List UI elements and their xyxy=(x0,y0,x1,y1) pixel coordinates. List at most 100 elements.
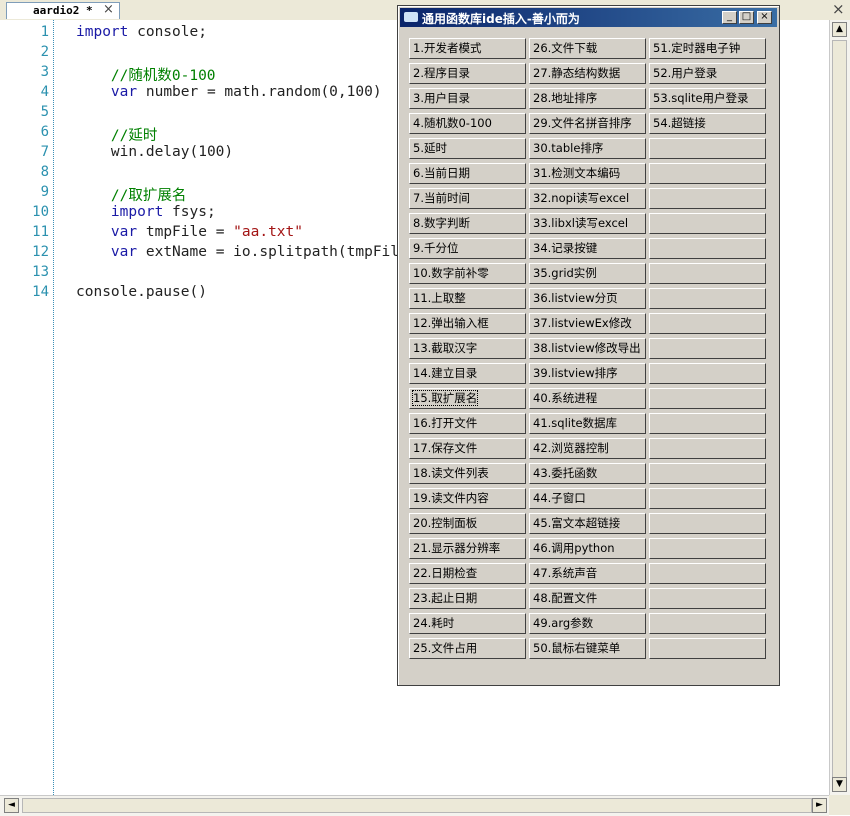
vertical-scrollbar[interactable]: ▲ ▼ xyxy=(829,20,850,795)
empty-button[interactable] xyxy=(649,188,766,209)
function-button-label: 21.显示器分辨率 xyxy=(413,541,501,555)
function-button-label: 51.定时器电子钟 xyxy=(653,41,741,55)
horizontal-scrollbar[interactable]: ◄ ► xyxy=(0,795,829,816)
scroll-up-button[interactable]: ▲ xyxy=(832,22,847,37)
vertical-scroll-thumb[interactable] xyxy=(832,40,847,790)
function-button[interactable]: 11.上取整 xyxy=(409,288,526,309)
function-button[interactable]: 3.用户目录 xyxy=(409,88,526,109)
function-button[interactable]: 51.定时器电子钟 xyxy=(649,38,766,59)
scroll-down-button[interactable]: ▼ xyxy=(832,777,847,792)
empty-button[interactable] xyxy=(649,413,766,434)
window-close-icon[interactable]: × xyxy=(832,0,845,18)
function-button[interactable]: 25.文件占用 xyxy=(409,638,526,659)
code-text: number = math.random(0,100) xyxy=(137,84,382,100)
empty-button[interactable] xyxy=(649,288,766,309)
function-button[interactable]: 37.listviewEx修改 xyxy=(529,313,646,334)
empty-button[interactable] xyxy=(649,388,766,409)
close-button[interactable]: × xyxy=(757,11,772,24)
function-button[interactable]: 14.建立目录 xyxy=(409,363,526,384)
function-button[interactable]: 41.sqlite数据库 xyxy=(529,413,646,434)
empty-button[interactable] xyxy=(649,438,766,459)
function-button[interactable]: 2.程序目录 xyxy=(409,63,526,84)
tab-close-icon[interactable]: × xyxy=(103,2,114,17)
function-button[interactable]: 29.文件名拼音排序 xyxy=(529,113,646,134)
code-line: var number = math.random(0,100) xyxy=(76,84,382,100)
function-button[interactable]: 9.千分位 xyxy=(409,238,526,259)
function-button[interactable]: 7.当前时间 xyxy=(409,188,526,209)
empty-button[interactable] xyxy=(649,263,766,284)
function-button[interactable]: 44.子窗口 xyxy=(529,488,646,509)
empty-button[interactable] xyxy=(649,213,766,234)
function-button[interactable]: 10.数字前补零 xyxy=(409,263,526,284)
function-button[interactable]: 36.listview分页 xyxy=(529,288,646,309)
function-button[interactable]: 15.取扩展名 xyxy=(409,388,526,409)
function-button[interactable]: 6.当前日期 xyxy=(409,163,526,184)
function-button[interactable]: 8.数字判断 xyxy=(409,213,526,234)
function-button[interactable]: 12.弹出输入框 xyxy=(409,313,526,334)
function-button[interactable]: 4.随机数0-100 xyxy=(409,113,526,134)
empty-button[interactable] xyxy=(649,538,766,559)
function-button[interactable]: 32.nopi读写excel xyxy=(529,188,646,209)
function-button[interactable]: 18.读文件列表 xyxy=(409,463,526,484)
empty-button[interactable] xyxy=(649,513,766,534)
function-button[interactable]: 26.文件下载 xyxy=(529,38,646,59)
function-button-label: 52.用户登录 xyxy=(653,66,718,80)
function-button[interactable]: 30.table排序 xyxy=(529,138,646,159)
horizontal-scroll-thumb[interactable] xyxy=(22,798,812,813)
function-button[interactable]: 17.保存文件 xyxy=(409,438,526,459)
function-button[interactable]: 49.arg参数 xyxy=(529,613,646,634)
function-button[interactable]: 20.控制面板 xyxy=(409,513,526,534)
empty-button[interactable] xyxy=(649,563,766,584)
empty-button[interactable] xyxy=(649,488,766,509)
function-button[interactable]: 34.记录按键 xyxy=(529,238,646,259)
minimize-button[interactable]: _ xyxy=(722,11,737,24)
dialog-titlebar[interactable]: 通用函数库ide插入-善小而为 _ □ × xyxy=(400,8,777,27)
function-button[interactable]: 33.libxl读写excel xyxy=(529,213,646,234)
tab-aardio2[interactable]: aardio2 * × xyxy=(6,2,120,19)
function-button[interactable]: 27.静态结构数据 xyxy=(529,63,646,84)
function-button[interactable]: 28.地址排序 xyxy=(529,88,646,109)
empty-button[interactable] xyxy=(649,163,766,184)
empty-button[interactable] xyxy=(649,588,766,609)
scroll-right-button[interactable]: ► xyxy=(812,798,827,813)
function-button-label: 19.读文件内容 xyxy=(413,491,489,505)
function-button[interactable]: 5.延时 xyxy=(409,138,526,159)
empty-button[interactable] xyxy=(649,138,766,159)
empty-button[interactable] xyxy=(649,613,766,634)
empty-button[interactable] xyxy=(649,338,766,359)
code-string: "aa.txt" xyxy=(233,224,303,240)
empty-button[interactable] xyxy=(649,638,766,659)
function-button[interactable]: 31.检测文本编码 xyxy=(529,163,646,184)
function-button[interactable]: 48.配置文件 xyxy=(529,588,646,609)
function-button[interactable]: 21.显示器分辨率 xyxy=(409,538,526,559)
function-button[interactable]: 50.鼠标右键菜单 xyxy=(529,638,646,659)
line-number: 7 xyxy=(40,144,49,160)
scroll-left-button[interactable]: ◄ xyxy=(4,798,19,813)
function-button[interactable]: 1.开发者模式 xyxy=(409,38,526,59)
function-button[interactable]: 23.起止日期 xyxy=(409,588,526,609)
function-button[interactable]: 53.sqlite用户登录 xyxy=(649,88,766,109)
function-button[interactable]: 35.grid实例 xyxy=(529,263,646,284)
function-button[interactable]: 39.listview排序 xyxy=(529,363,646,384)
function-button[interactable]: 22.日期检查 xyxy=(409,563,526,584)
function-button-label: 39.listview排序 xyxy=(533,366,618,380)
empty-button[interactable] xyxy=(649,238,766,259)
function-button[interactable]: 19.读文件内容 xyxy=(409,488,526,509)
function-button[interactable]: 45.富文本超链接 xyxy=(529,513,646,534)
function-button[interactable]: 40.系统进程 xyxy=(529,388,646,409)
empty-button[interactable] xyxy=(649,463,766,484)
function-button[interactable]: 42.浏览器控制 xyxy=(529,438,646,459)
function-button[interactable]: 24.耗时 xyxy=(409,613,526,634)
function-button[interactable]: 46.调用python xyxy=(529,538,646,559)
empty-button[interactable] xyxy=(649,313,766,334)
empty-button[interactable] xyxy=(649,363,766,384)
function-button[interactable]: 13.截取汉字 xyxy=(409,338,526,359)
function-button[interactable]: 54.超链接 xyxy=(649,113,766,134)
function-button[interactable]: 43.委托函数 xyxy=(529,463,646,484)
maximize-button[interactable]: □ xyxy=(739,11,754,24)
function-button[interactable]: 38.listview修改导出 xyxy=(529,338,646,359)
function-button[interactable]: 47.系统声音 xyxy=(529,563,646,584)
function-button[interactable]: 16.打开文件 xyxy=(409,413,526,434)
function-button[interactable]: 52.用户登录 xyxy=(649,63,766,84)
